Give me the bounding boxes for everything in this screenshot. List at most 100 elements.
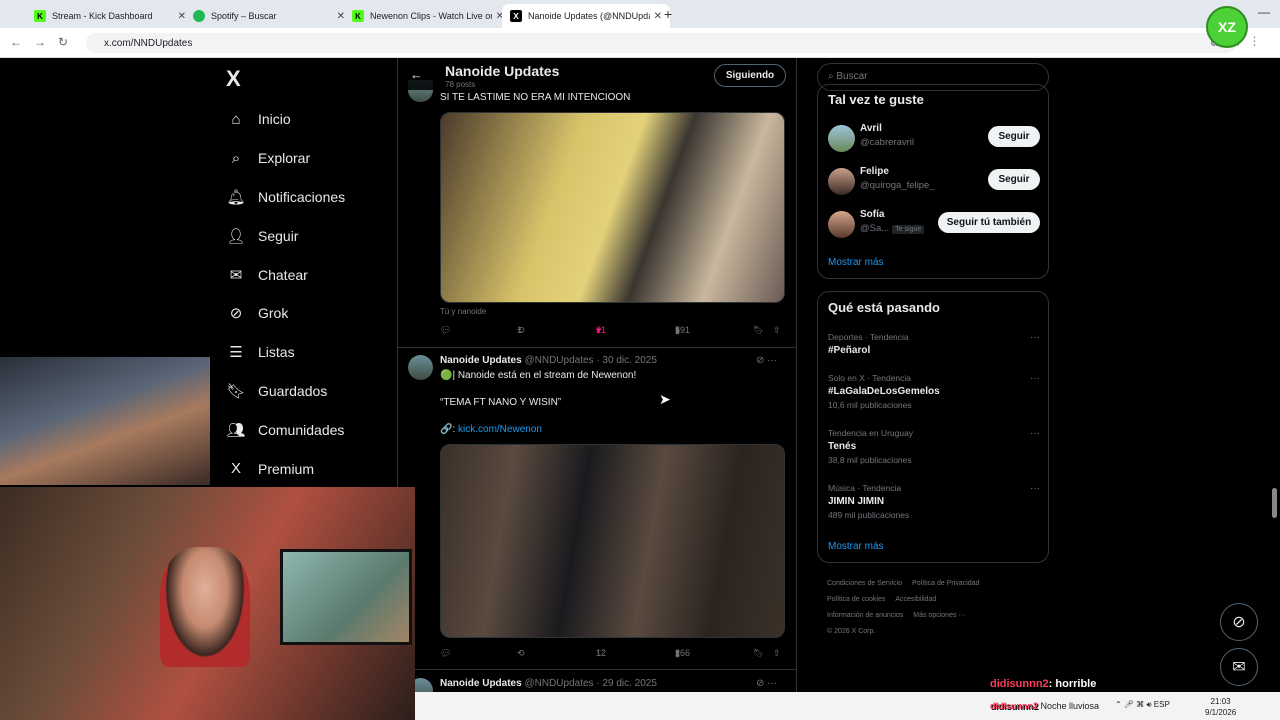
follow-back-button[interactable]: Seguir tú también <box>938 212 1040 233</box>
bell-icon: 🔔︎ <box>226 188 246 206</box>
user-name[interactable]: Avril <box>860 123 882 134</box>
avatar[interactable] <box>828 211 855 238</box>
footer-link[interactable]: Condiciones de Servicio <box>827 580 902 587</box>
back-arrow-icon[interactable]: ← <box>410 67 423 82</box>
tweet-image[interactable] <box>440 444 785 638</box>
grok-fab[interactable]: ⊘ <box>1220 603 1258 641</box>
search-placeholder: Buscar <box>836 71 868 82</box>
trend-item[interactable]: Deportes · Tendencia #Peñarol ··· <box>828 332 1040 356</box>
sidebar-item-grok[interactable]: ⊘ Grok <box>226 294 345 333</box>
tweet-link-row: 🔗: kick.com/Newenon <box>440 424 542 435</box>
window-controls[interactable]: — <box>1258 5 1270 19</box>
author-name[interactable]: Nanoide Updates <box>440 678 522 689</box>
sidebar-item-chatear[interactable]: ✉ Chatear <box>226 255 345 294</box>
tweet-image[interactable] <box>440 112 785 303</box>
footer-link[interactable]: Más opciones ··· <box>913 612 965 619</box>
show-more-link[interactable]: Mostrar más <box>828 541 884 552</box>
avatar[interactable] <box>828 168 855 195</box>
sidebar-item-label: Premium <box>258 460 315 477</box>
following-button[interactable]: Siguiendo <box>714 64 786 87</box>
views-icon: ▮ <box>675 648 680 658</box>
back-icon[interactable]: ← <box>10 35 22 49</box>
tweet-tools[interactable]: ⊘ ··· <box>756 355 777 366</box>
who-item[interactable]: Avril @cabreravril Seguir <box>828 123 1040 153</box>
tweet-tools[interactable]: ⊘ ··· <box>756 678 777 689</box>
views-button[interactable]: ▮ 591 <box>675 325 690 335</box>
more-options-icon[interactable]: ··· <box>1030 332 1040 343</box>
reply-icon[interactable]: 💬︎ <box>440 648 451 659</box>
chat-text: Noche lluviosa <box>1040 701 1100 711</box>
user-name[interactable]: Felipe <box>860 166 889 177</box>
sidebar-item-explorar[interactable]: ⌕ Explorar <box>226 139 345 178</box>
tweet-link[interactable]: kick.com/Newenon <box>458 424 542 435</box>
reply-icon[interactable]: 💬︎ <box>440 325 451 336</box>
follow-button[interactable]: Seguir <box>988 126 1040 147</box>
taskbar: ⌃ 🎤︎ ⌘ 🔊︎ ESP 21:03 9/1/2026 <box>415 692 1280 720</box>
more-options-icon[interactable]: ··· <box>1030 373 1040 384</box>
retweet-icon: ⟲ <box>517 325 525 335</box>
trend-item[interactable]: Tendencia en Uruguay Tenés 38,8 mil publ… <box>828 428 1040 465</box>
show-more-link[interactable]: Mostrar más <box>828 257 884 268</box>
trend-item[interactable]: Solo en X · Tendencia #LaGalaDeLosGemelo… <box>828 373 1040 410</box>
bookmark-icon[interactable]: 🔖︎ <box>753 648 764 659</box>
footer-link[interactable]: Política de cookies <box>827 596 885 603</box>
tab-spotify[interactable]: Spotify – Buscar ✕ <box>185 4 353 28</box>
avatar[interactable] <box>408 355 433 380</box>
trend-title: #Peñarol <box>828 345 871 356</box>
mouse-cursor-icon: ➤ <box>659 391 671 407</box>
sidebar-item-premium[interactable]: X Premium <box>226 449 345 488</box>
sidebar-item-listas[interactable]: ☰ Listas <box>226 333 345 372</box>
trend-title: JIMIN JIMIN <box>828 496 885 507</box>
more-options-icon[interactable]: ··· <box>1030 428 1040 439</box>
scrollbar[interactable] <box>1272 488 1277 518</box>
reload-icon[interactable]: ↻ <box>58 35 68 49</box>
chat-message: didisunnn2 Noche lluviosa <box>990 701 1099 711</box>
sidebar-item-inicio[interactable]: ⌂ Inicio <box>226 100 345 139</box>
sidebar-item-guardados[interactable]: 🔖︎ Guardados <box>226 372 345 411</box>
author-handle[interactable]: @NNDUpdates · 30 dic. 2025 <box>524 355 656 366</box>
follow-button[interactable]: Seguir <box>988 169 1040 190</box>
forward-icon[interactable]: → <box>34 35 46 49</box>
chat-user: didisunnn2 <box>990 701 1038 711</box>
user-name[interactable]: Sofía <box>860 209 884 220</box>
sidebar-item-label: Explorar <box>258 150 311 167</box>
close-tab-icon[interactable]: ✕ <box>654 11 662 22</box>
footer-link[interactable]: Información de anuncios <box>827 612 903 619</box>
communities-icon: 👥︎ <box>226 421 246 439</box>
footer-link[interactable]: Política de Privacidad <box>912 580 979 587</box>
mail-icon: ✉ <box>1232 659 1246 676</box>
x-icon: X <box>510 10 522 22</box>
url-field[interactable]: x.com/NNDUpdates <box>86 33 1236 53</box>
tab-newenon-clips[interactable]: K Newenon Clips - Watch Live on ✕ <box>344 4 512 28</box>
heart-icon: ♡ <box>596 648 605 658</box>
author-name[interactable]: Nanoide Updates <box>440 355 522 366</box>
views-button[interactable]: ▮ 266 <box>675 648 690 658</box>
sidebar-item-seguir[interactable]: 👤︎ Seguir <box>226 216 345 255</box>
heart-icon: ♥ <box>596 325 602 335</box>
retweet-icon[interactable]: ⟲ <box>517 648 525 659</box>
new-tab-button[interactable]: + <box>664 6 672 22</box>
sidebar-item-comunidades[interactable]: 👥︎ Comunidades <box>226 410 345 449</box>
messages-fab[interactable]: ✉ <box>1220 648 1258 686</box>
share-icon[interactable]: ⇧ <box>773 648 781 659</box>
tab-kick-dashboard[interactable]: K Stream - Kick Dashboard ✕ <box>26 4 194 28</box>
tray-icons[interactable]: ⌃ 🎤︎ ⌘ 🔊︎ ESP <box>1115 700 1170 710</box>
footer-link[interactable]: Accesibilidad <box>895 596 936 603</box>
who-item[interactable]: Felipe @quiroga_felipe_ Seguir <box>828 166 1040 196</box>
author-handle[interactable]: @NNDUpdates · 29 dic. 2025 <box>524 678 656 689</box>
retweet-button[interactable]: ⟲ 1 <box>517 325 525 335</box>
more-options-icon[interactable]: ··· <box>1030 483 1040 494</box>
avatar[interactable] <box>828 125 855 152</box>
profile-name: Nanoide Updates <box>445 63 560 79</box>
trend-item[interactable]: Música · Tendencia JIMIN JIMIN 489 mil p… <box>828 483 1040 520</box>
tab-nanoide-updates[interactable]: X Nanoide Updates (@NNDUpdat ✕ <box>502 4 670 28</box>
list-icon: ☰ <box>229 344 243 362</box>
x-logo[interactable]: X <box>226 66 241 92</box>
sidebar-item-notificaciones[interactable]: 🔔︎ Notificaciones <box>226 178 345 217</box>
share-icon[interactable]: ⇧ <box>773 325 781 336</box>
like-button[interactable]: ♡ 12 <box>596 648 606 658</box>
like-button[interactable]: ♥ 21 <box>596 325 606 335</box>
bookmark-icon[interactable]: 🔖︎ <box>753 325 764 336</box>
who-item[interactable]: Sofía @Sa... Te sigue Seguir tú también <box>828 209 1040 239</box>
system-clock[interactable]: 21:03 9/1/2026 <box>1205 696 1236 718</box>
